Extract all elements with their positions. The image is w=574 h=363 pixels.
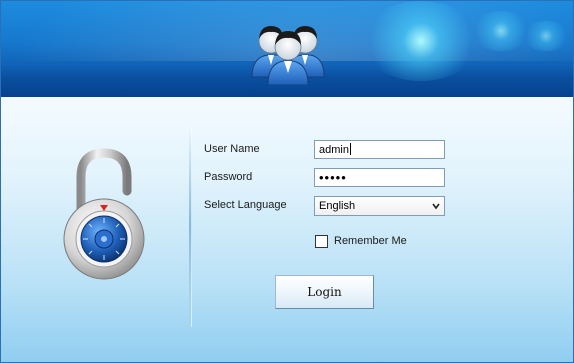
username-value: admin bbox=[319, 144, 349, 156]
users-group-icon bbox=[251, 26, 325, 85]
login-panel: User Name admin Password ••••• Select La… bbox=[1, 97, 573, 362]
chevron-down-icon bbox=[432, 203, 440, 210]
header-banner bbox=[1, 1, 573, 97]
language-label: Select Language bbox=[204, 199, 287, 211]
username-label: User Name bbox=[204, 143, 260, 155]
remember-me-label[interactable]: Remember Me bbox=[334, 235, 407, 247]
login-button[interactable]: Login bbox=[275, 275, 374, 309]
username-input[interactable]: admin bbox=[314, 140, 445, 159]
password-input[interactable]: ••••• bbox=[314, 168, 445, 187]
remember-me-checkbox[interactable] bbox=[315, 235, 328, 248]
padlock-icon bbox=[63, 148, 145, 280]
language-selected-value: English bbox=[319, 200, 356, 212]
password-label: Password bbox=[204, 171, 253, 183]
language-select[interactable]: English bbox=[314, 196, 445, 216]
text-caret bbox=[349, 143, 351, 155]
login-window: User Name admin Password ••••• Select La… bbox=[0, 0, 574, 363]
panel-divider bbox=[189, 127, 192, 327]
